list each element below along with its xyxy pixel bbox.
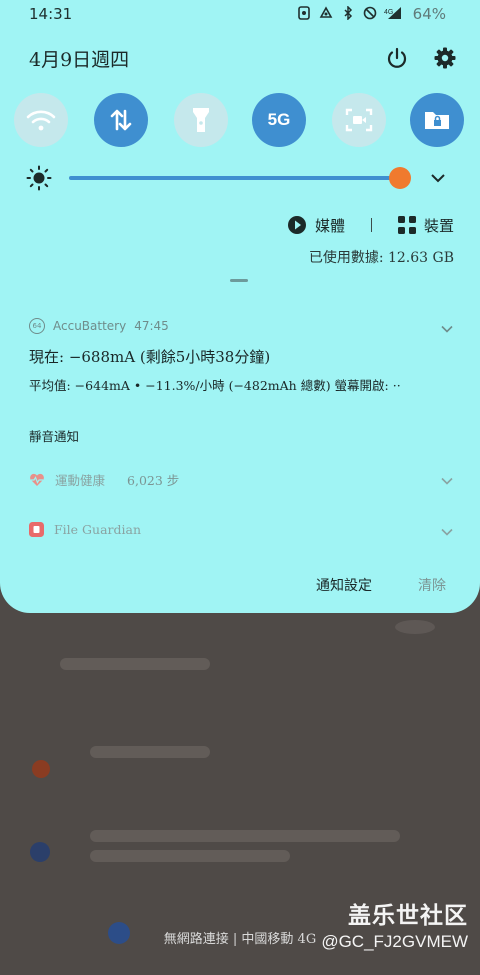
silent-item-file-guardian[interactable]: File Guardian <box>29 522 141 537</box>
qs-tile-flashlight[interactable] <box>174 93 228 147</box>
mute-icon <box>362 6 378 24</box>
bg-app-icon <box>32 760 50 778</box>
wifi-icon <box>26 110 56 131</box>
bg-placeholder <box>90 746 210 758</box>
secure-folder-icon <box>425 112 449 129</box>
devices-button[interactable]: 裝置 <box>397 215 454 236</box>
silent-item-health[interactable]: 運動健康 6,023 步 <box>29 470 179 489</box>
bg-placeholder <box>90 850 290 862</box>
data-arrows-icon <box>110 109 132 131</box>
accubattery-body[interactable]: 平均值: −644mA • −11.3%/小時 (−482mAh 總數) 螢幕開… <box>29 375 449 394</box>
battery-percent: 64% <box>412 5 446 23</box>
bg-placeholder <box>90 830 400 842</box>
heart-icon <box>30 473 44 486</box>
brightness-icon <box>26 165 52 191</box>
quick-settings-row: 5G <box>14 93 466 147</box>
watermark-user: @GC_FJ2GVMEW <box>321 932 468 951</box>
bg-app-icon <box>30 842 50 862</box>
qs-tile-mobile-data[interactable] <box>94 93 148 147</box>
notification-footer: 通知設定 清除 <box>316 575 446 595</box>
file-guardian-icon <box>29 522 44 537</box>
accubattery-time: 47:45 <box>134 319 169 333</box>
qs-tile-screen-recorder[interactable] <box>332 93 386 147</box>
devices-label: 裝置 <box>423 216 454 235</box>
qs-tile-wifi[interactable] <box>14 93 68 147</box>
flashlight-icon <box>193 108 209 132</box>
media-devices-row: 媒體 裝置 <box>287 212 454 238</box>
chevron-down-icon[interactable] <box>440 474 454 488</box>
health-steps: 6,023 步 <box>127 473 180 488</box>
play-icon <box>287 216 306 234</box>
power-button[interactable] <box>383 44 411 72</box>
brightness-row <box>26 163 456 193</box>
status-icons: 4G <box>296 5 401 24</box>
data-usage-text: 已使用數據: 12.63 GB <box>308 250 454 266</box>
cloud-icon <box>318 6 334 24</box>
media-button[interactable]: 媒體 <box>287 215 345 236</box>
silent-notifications-label: 靜音通知 <box>29 429 80 444</box>
chevron-down-icon[interactable] <box>440 525 454 539</box>
notification-shade: 14:31 4G 64% 4月9日週四 5G 媒體 裝置 已使用數據: 12.6… <box>0 0 480 613</box>
accubattery-title[interactable]: 現在: −688mA (剩餘5小時38分鐘) <box>29 346 270 367</box>
accubattery-app-name: AccuBattery <box>53 319 127 333</box>
drag-handle[interactable] <box>230 279 248 282</box>
divider <box>370 218 372 232</box>
svg-text:4G: 4G <box>384 9 393 16</box>
chevron-down-icon[interactable] <box>440 322 454 336</box>
clear-button[interactable]: 清除 <box>418 575 446 595</box>
notification-settings-button[interactable]: 通知設定 <box>316 575 372 595</box>
screen-record-icon <box>345 108 373 132</box>
brightness-slider-thumb[interactable] <box>389 167 411 189</box>
qs-5g-label: 5G <box>267 110 291 129</box>
media-label: 媒體 <box>314 216 345 235</box>
qs-tile-secure-folder[interactable] <box>410 93 464 147</box>
file-guardian-app-name: File Guardian <box>54 522 142 537</box>
bg-placeholder <box>395 620 435 634</box>
gear-icon <box>434 47 456 69</box>
status-time: 14:31 <box>29 5 73 23</box>
settings-button[interactable] <box>431 44 459 72</box>
chevron-down-icon[interactable] <box>430 170 446 186</box>
screenshot-icon <box>296 6 312 24</box>
brightness-slider-track[interactable] <box>69 176 399 180</box>
signal-icon: 4G <box>384 6 401 24</box>
power-icon <box>387 47 407 68</box>
date-label: 4月9日週四 <box>29 49 130 71</box>
health-app-name: 運動健康 <box>55 473 106 488</box>
status-bar: 14:31 4G 64% <box>0 0 480 30</box>
devices-grid-icon <box>397 216 416 234</box>
bg-placeholder <box>60 658 210 670</box>
watermark-title: 盖乐世社区 <box>348 902 468 928</box>
accubattery-header: 64 AccuBattery 47:45 <box>29 318 169 334</box>
accubattery-app-icon: 64 <box>29 318 45 334</box>
bluetooth-icon <box>340 5 356 24</box>
qs-tile-5g[interactable]: 5G <box>252 93 306 147</box>
